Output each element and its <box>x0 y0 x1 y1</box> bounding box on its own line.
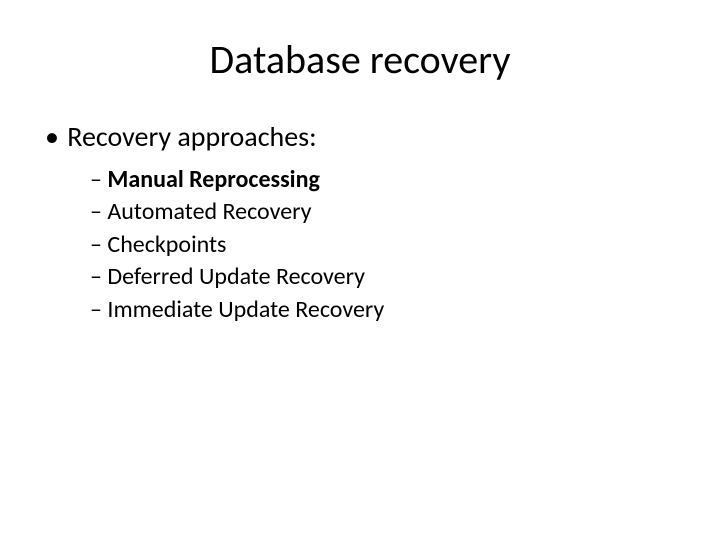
sub-bullet: Automated Recovery <box>90 196 680 228</box>
sub-bullet-text: Immediate Update Recovery <box>107 295 384 324</box>
bullet-text: Recovery approaches: <box>67 119 316 154</box>
sub-bullet-text: Checkpoints <box>107 230 226 259</box>
slide-title: Database recovery <box>40 35 680 84</box>
sub-bullet: Checkpoints <box>90 229 680 261</box>
sub-bullet: Manual Reprocessing <box>90 164 680 196</box>
sub-bullet-text: Deferred Update Recovery <box>107 262 365 291</box>
bullet-level1: Recovery approaches: <box>45 119 680 154</box>
sub-bullet-text: Automated Recovery <box>107 197 311 226</box>
sub-bullet: Immediate Update Recovery <box>90 294 680 326</box>
sub-bullet: Deferred Update Recovery <box>90 261 680 293</box>
sub-bullet-text: Manual Reprocessing <box>107 165 319 194</box>
